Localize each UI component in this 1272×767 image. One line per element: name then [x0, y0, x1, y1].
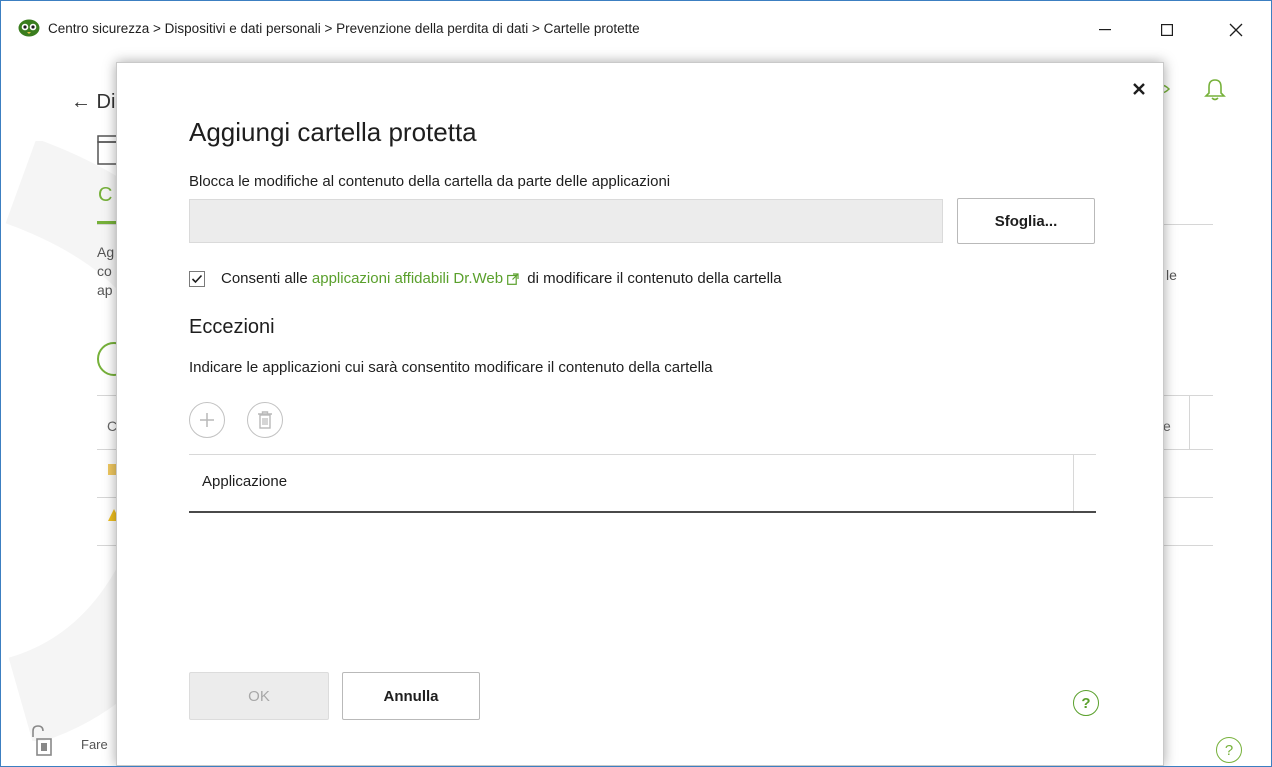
folder-path-input[interactable] — [189, 199, 943, 243]
maximize-icon — [1161, 24, 1173, 36]
dialog-title: Aggiungi cartella protetta — [189, 117, 477, 147]
dialog-subtitle: Blocca le modifiche al contenuto della c… — [189, 173, 671, 190]
exceptions-title: Eccezioni — [189, 316, 275, 338]
browse-button[interactable]: Sfoglia... — [957, 198, 1095, 244]
app-window: Centro sicurezza > Dispositivi e dati pe… — [0, 0, 1272, 767]
minimize-button[interactable] — [1085, 15, 1125, 45]
close-window-button[interactable] — [1216, 15, 1256, 45]
background-right-text: le — [1166, 267, 1177, 283]
applications-table-header: Applicazione — [189, 455, 1096, 511]
maximize-button[interactable] — [1147, 15, 1187, 45]
trusted-apps-link[interactable]: applicazioni affidabili Dr.Web — [312, 270, 503, 287]
trusted-apps-checkbox[interactable] — [189, 271, 205, 287]
title-bar: Centro sicurezza > Dispositivi e dati pe… — [1, 1, 1271, 61]
drweb-logo-icon — [18, 19, 40, 37]
ok-button[interactable]: OK — [189, 672, 329, 720]
lock-icon[interactable] — [29, 725, 59, 759]
exceptions-description: Indicare le applicazioni cui sarà consen… — [189, 359, 713, 376]
close-icon[interactable] — [1129, 79, 1149, 99]
window-breadcrumb: Centro sicurezza > Dispositivi e dati pe… — [48, 21, 640, 36]
table-header-border — [189, 511, 1096, 513]
column-separator — [1073, 455, 1074, 511]
minimize-icon — [1099, 29, 1111, 31]
checkbox-label-suffix: di modificare il contenuto della cartell… — [523, 270, 782, 287]
background-help-icon[interactable]: ? — [1216, 737, 1242, 763]
background-description: Ag co ap — [97, 244, 115, 298]
checkmark-icon — [191, 274, 203, 284]
trash-icon — [258, 411, 272, 429]
footer-text: Fare — [81, 737, 108, 752]
background-tab[interactable]: C — [98, 184, 112, 207]
bell-icon[interactable] — [1204, 77, 1226, 101]
plus-icon — [200, 413, 214, 427]
background-column-header-right: e — [1163, 418, 1171, 434]
trusted-apps-label: Consenti alle applicazioni affidabili Dr… — [221, 270, 782, 287]
close-icon — [1229, 23, 1243, 37]
checkbox-label-prefix: Consenti alle — [221, 270, 312, 287]
column-separator — [1189, 395, 1190, 449]
add-protected-folder-dialog: Aggiungi cartella protetta Blocca le mod… — [116, 62, 1164, 766]
add-application-button[interactable] — [189, 402, 225, 438]
delete-application-button[interactable] — [247, 402, 283, 438]
cancel-button[interactable]: Annulla — [342, 672, 480, 720]
application-column-header[interactable]: Applicazione — [202, 473, 287, 490]
external-link-icon[interactable] — [507, 273, 519, 285]
back-link[interactable]: ← Di — [71, 91, 115, 114]
help-icon[interactable]: ? — [1073, 690, 1099, 716]
